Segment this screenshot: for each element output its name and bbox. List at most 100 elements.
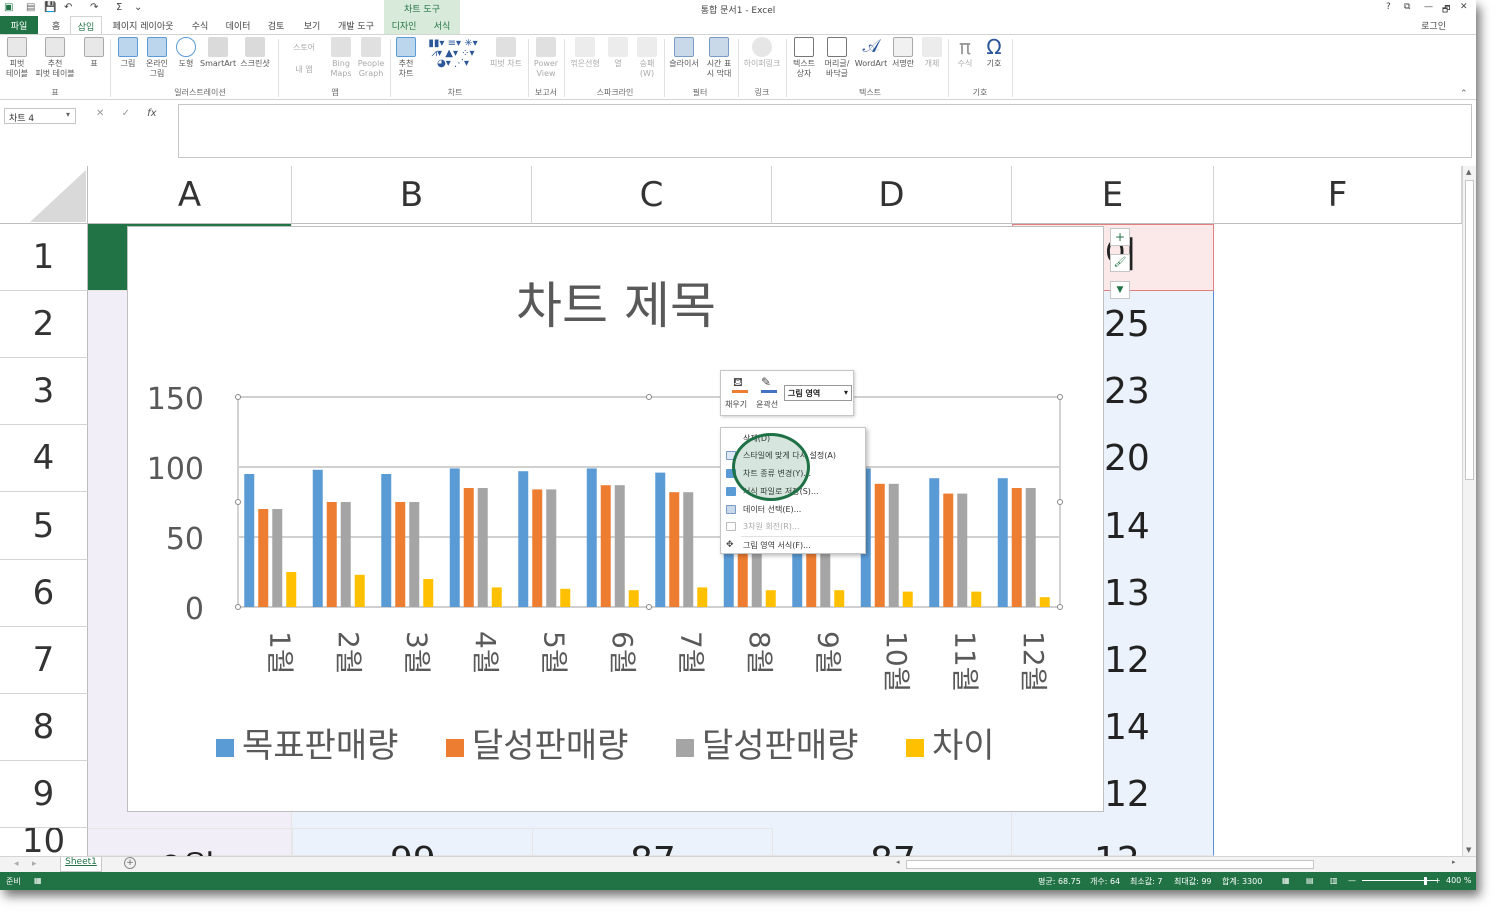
bar — [902, 591, 913, 607]
row-header-2[interactable]: 2 — [0, 291, 88, 358]
text-box-button[interactable]: 텍스트 상자 — [788, 37, 820, 79]
chart-type-gallery[interactable]: ▮▮▾ ≡▾ ✳▾ ⩘▾ ▲▾ ⁘▾ ◕▾ ⋰▾ — [420, 39, 486, 69]
row-header-3[interactable]: 3 — [0, 358, 88, 425]
bing-maps-button[interactable]: Bing Maps — [326, 37, 356, 79]
sparkline-line-button[interactable]: 꺾은선형 — [566, 37, 604, 69]
tab-developer[interactable]: 개발 도구 — [332, 16, 380, 34]
smartart-button[interactable]: SmartArt — [200, 37, 236, 69]
recommended-chart-button[interactable]: 추천 차트 — [392, 37, 420, 79]
enter-icon[interactable]: ✓ — [122, 108, 130, 119]
help-icon[interactable]: ? — [1386, 2, 1391, 12]
screenshot-button[interactable]: 스크린샷 — [236, 37, 274, 69]
row-header-8[interactable]: 8 — [0, 694, 88, 761]
col-header-f[interactable]: F — [1214, 166, 1462, 224]
tab-file[interactable]: 파일 — [0, 16, 38, 34]
scroll-right-icon[interactable]: ▸ — [1452, 858, 1456, 866]
col-header-d[interactable]: D — [772, 166, 1012, 224]
tab-review[interactable]: 검토 — [260, 16, 292, 34]
row-header-5[interactable]: 5 — [0, 492, 88, 560]
scroll-down-icon[interactable]: ▼ — [1466, 846, 1471, 854]
outline-label[interactable]: 윤곽선 — [756, 399, 778, 410]
prev-sheet-icon[interactable]: ◂ — [14, 859, 19, 869]
col-header-b[interactable]: B — [292, 166, 532, 224]
minimize-icon[interactable]: — — [1424, 2, 1433, 12]
store-button[interactable]: 스토어 — [282, 43, 326, 53]
pivot-table-button[interactable]: 피벗 테이블 — [2, 37, 32, 79]
header-footer-button[interactable]: 머리글/바닥글 — [820, 37, 854, 79]
row-header-9[interactable]: 9 — [0, 761, 88, 828]
col-header-a[interactable]: A — [88, 166, 292, 224]
sheet-tab-sheet1[interactable]: Sheet1 — [60, 857, 102, 872]
chart-area[interactable]: 차트 제목 0 50 100 150 1월 2월 3월 4월 5월 6월 7월 8월 9월 10월 11월 12… — [127, 226, 1104, 812]
select-all-corner[interactable] — [0, 166, 88, 224]
tab-format[interactable]: 서식 — [424, 16, 460, 34]
fill-label[interactable]: 채우기 — [725, 399, 747, 410]
menu-item-select-data[interactable]: 데이터 선택(E)... — [721, 501, 865, 518]
menu-item-3d-rotation[interactable]: 3차원 회전(R)... — [721, 518, 865, 535]
tab-formulas[interactable]: 수식 — [184, 16, 216, 34]
wordart-button[interactable]: 𝒜 WordArt — [854, 37, 888, 69]
tab-data[interactable]: 데이터 — [220, 16, 256, 34]
recommended-pivot-button[interactable]: 추천 피벗 테이블 — [32, 37, 78, 79]
my-apps-button[interactable]: 내 앱 — [282, 65, 326, 75]
insert-function-icon[interactable]: fx — [147, 108, 156, 119]
zoom-out-icon[interactable]: — — [1348, 876, 1356, 885]
symbol-button[interactable]: Ω 기호 — [980, 37, 1008, 69]
tab-insert[interactable]: 삽입 — [70, 16, 102, 34]
slicer-button[interactable]: 슬라이서 — [666, 37, 702, 69]
zoom-level[interactable]: 400 % — [1446, 876, 1471, 885]
tab-view[interactable]: 보기 — [296, 16, 328, 34]
vertical-scrollbar[interactable]: ▲ ▼ — [1462, 166, 1476, 856]
signature-line-button[interactable]: 서명란 — [888, 37, 918, 69]
chart-filters-button[interactable]: ▼ — [1110, 281, 1130, 299]
col-header-c[interactable]: C — [532, 166, 772, 224]
login-link[interactable]: 로그인 — [1421, 19, 1446, 32]
next-sheet-icon[interactable]: ▸ — [32, 859, 37, 869]
people-graph-button[interactable]: People Graph — [356, 37, 386, 79]
row-header-4[interactable]: 4 — [0, 425, 88, 492]
vertical-scroll-thumb[interactable] — [1465, 180, 1474, 480]
chart-element-combo[interactable]: 그림 영역 ▾ — [784, 385, 852, 401]
normal-view-icon[interactable]: ▦ — [1282, 876, 1290, 885]
fill-bucket-icon[interactable]: ⛾ — [733, 375, 743, 391]
tab-home[interactable]: 홈 — [44, 16, 68, 34]
row-header-6[interactable]: 6 — [0, 560, 88, 627]
chart-styles-button[interactable]: 🖌 — [1110, 254, 1130, 272]
col-header-e[interactable]: E — [1012, 166, 1214, 224]
timeline-button[interactable]: 시간 표시 막대 — [702, 37, 736, 79]
table-button[interactable]: 표 — [82, 37, 106, 69]
page-layout-view-icon[interactable]: ▤ — [1306, 876, 1314, 885]
chart-elements-button[interactable]: + — [1110, 228, 1130, 246]
tab-page-layout[interactable]: 페이지 레이아웃 — [106, 16, 180, 34]
picture-button[interactable]: 그림 — [114, 37, 142, 69]
object-button[interactable]: 개체 — [918, 37, 946, 69]
online-picture-button[interactable]: 온라인 그림 — [142, 37, 172, 79]
tab-design[interactable]: 디자인 — [384, 16, 424, 34]
page-break-view-icon[interactable]: ▥ — [1330, 876, 1338, 885]
close-icon[interactable]: ✕ — [1460, 2, 1468, 12]
add-sheet-icon[interactable]: + — [124, 857, 136, 869]
sparkline-winloss-button[interactable]: 승패 (W) — [632, 37, 662, 79]
macro-record-icon[interactable]: ▦ — [34, 876, 42, 885]
zoom-slider-thumb[interactable] — [1424, 877, 1427, 885]
row-header-1[interactable]: 1 — [0, 224, 88, 291]
shapes-button[interactable]: 도형 — [172, 37, 200, 69]
formula-input[interactable] — [178, 104, 1472, 158]
collapse-ribbon-icon[interactable]: ⌃ — [1460, 89, 1468, 99]
row-header-10[interactable]: 10 — [0, 828, 88, 856]
name-box-dropdown-icon[interactable]: ▾ — [66, 110, 70, 119]
outline-pen-icon[interactable]: ✎ — [761, 375, 771, 389]
sparkline-column-button[interactable]: 열 — [604, 37, 632, 69]
menu-item-format-plot-area[interactable]: ✥ 그림 영역 서식(F)... — [721, 537, 865, 554]
hyperlink-button[interactable]: 하이퍼링크 — [740, 37, 784, 69]
power-view-button[interactable]: Power View — [530, 37, 562, 79]
horizontal-scroll-thumb[interactable] — [906, 860, 1314, 869]
cancel-icon[interactable]: ✕ — [96, 108, 104, 119]
zoom-in-icon[interactable]: + — [1434, 876, 1441, 885]
scroll-left-icon[interactable]: ◂ — [896, 858, 900, 866]
row-header-7[interactable]: 7 — [0, 627, 88, 694]
pivot-chart-button[interactable]: 피벗 차트 — [486, 37, 526, 69]
ribbon-display-icon[interactable]: ⧉ — [1404, 2, 1410, 12]
equation-button[interactable]: π 수식 — [952, 37, 978, 69]
scroll-up-icon[interactable]: ▲ — [1466, 168, 1471, 176]
